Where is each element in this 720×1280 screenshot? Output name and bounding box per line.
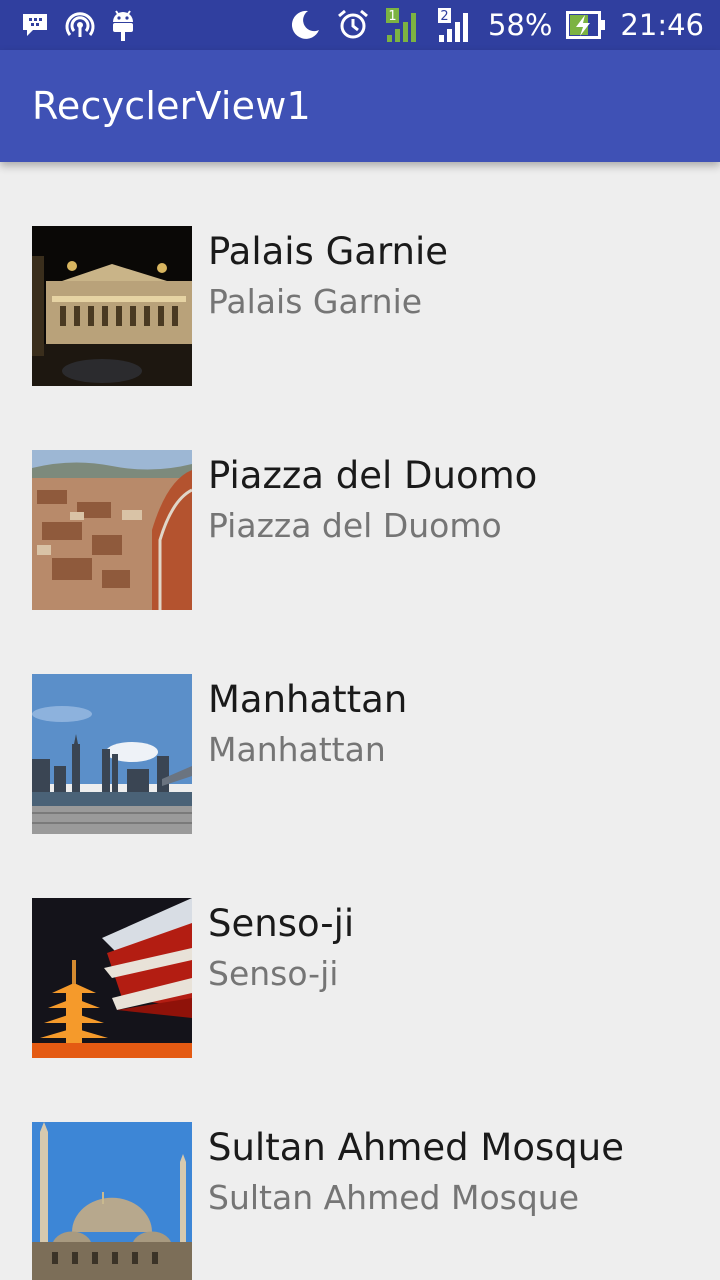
list-item-title: Piazza del Duomo xyxy=(208,454,538,497)
list-item-title: Sultan Ahmed Mosque xyxy=(208,1126,624,1169)
list-item[interactable]: Sultan Ahmed Mosque Sultan Ahmed Mosque xyxy=(0,1058,720,1280)
list-item-thumbnail xyxy=(32,450,192,610)
recycler-list[interactable]: Palais Garnie Palais Garnie Piazza del D… xyxy=(0,162,720,1280)
status-bar: 1 2 58% 21:46 xyxy=(0,0,720,50)
sim2-label: 2 xyxy=(440,9,448,24)
app-title: RecyclerView1 xyxy=(32,84,311,128)
android-debug-icon xyxy=(110,8,136,42)
status-bar-right: 1 2 58% 21:46 xyxy=(288,7,704,43)
list-item-subtitle: Palais Garnie xyxy=(208,282,423,321)
palais-garnier-photo xyxy=(32,226,192,386)
status-bar-left xyxy=(20,8,136,42)
list-item-subtitle: Sultan Ahmed Mosque xyxy=(208,1178,579,1217)
alarm-clock-icon xyxy=(336,8,370,42)
florence-duomo-photo xyxy=(32,450,192,610)
list-item[interactable]: Senso-ji Senso-ji xyxy=(0,834,720,1058)
list-item-title: Palais Garnie xyxy=(208,230,448,273)
manhattan-skyline-photo xyxy=(32,674,192,834)
list-item-thumbnail xyxy=(32,226,192,386)
battery-charging-icon xyxy=(566,11,606,39)
battery-percent: 58% xyxy=(487,7,553,42)
list-item-title: Manhattan xyxy=(208,678,408,721)
list-item-thumbnail xyxy=(32,674,192,834)
list-item-subtitle: Piazza del Duomo xyxy=(208,506,502,545)
list-item-thumbnail xyxy=(32,1122,192,1280)
list-item-subtitle: Manhattan xyxy=(208,730,386,769)
list-item[interactable]: Palais Garnie Palais Garnie xyxy=(0,162,720,386)
bbm-icon xyxy=(20,10,50,40)
list-item[interactable]: Piazza del Duomo Piazza del Duomo xyxy=(0,386,720,610)
signal-sim1-icon: 1 xyxy=(384,7,422,43)
app-bar: RecyclerView1 xyxy=(0,50,720,162)
sensoji-temple-photo xyxy=(32,898,192,1058)
do-not-disturb-moon-icon xyxy=(288,8,322,42)
signal-sim2-icon: 2 xyxy=(436,7,474,43)
list-item-thumbnail xyxy=(32,898,192,1058)
clock: 21:46 xyxy=(620,7,704,42)
list-item[interactable]: Manhattan Manhattan xyxy=(0,610,720,834)
sim1-label: 1 xyxy=(388,9,396,24)
list-item-title: Senso-ji xyxy=(208,902,355,945)
list-item-subtitle: Senso-ji xyxy=(208,954,339,993)
hotspot-icon xyxy=(64,9,96,41)
blue-mosque-photo xyxy=(32,1122,192,1280)
